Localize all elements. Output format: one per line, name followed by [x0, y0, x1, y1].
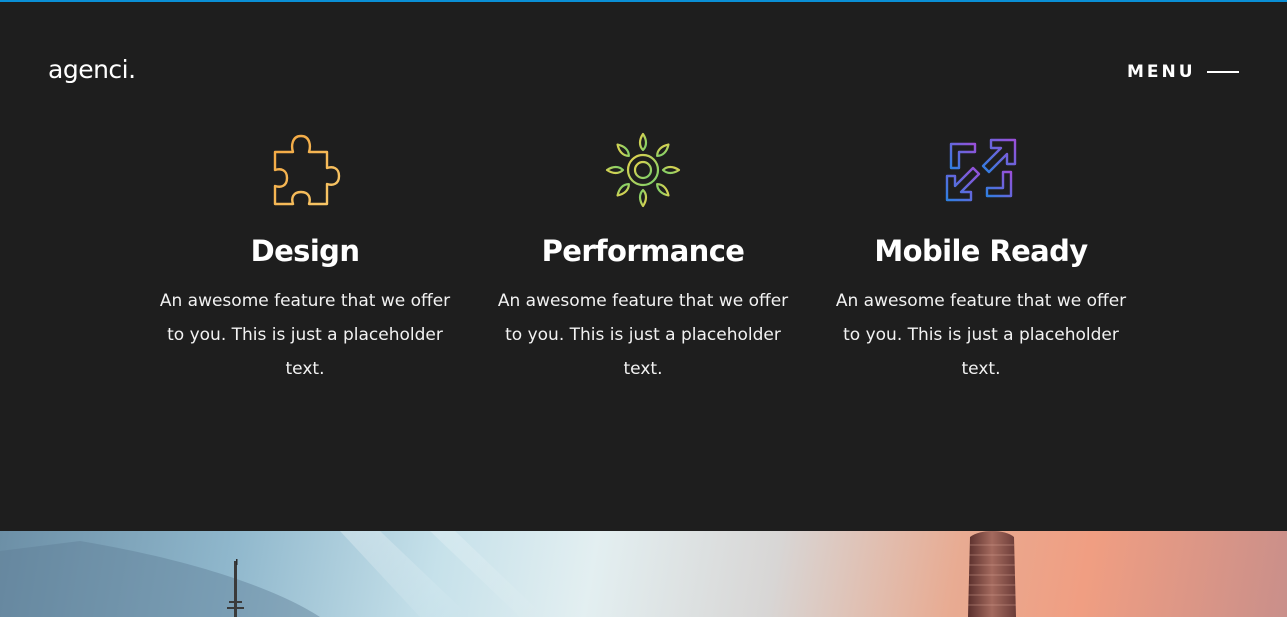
feature-description: An awesome feature that we offer to you.…	[159, 291, 451, 379]
feature-description: An awesome feature that we offer to you.…	[497, 291, 789, 379]
menu-label: MENU	[1127, 62, 1196, 82]
page: agenci. MENU Design An awesome feature t…	[0, 0, 1287, 617]
expand-arrows-icon	[945, 138, 1017, 202]
features-section: Design An awesome feature that we offer …	[136, 128, 1150, 398]
menu-line-icon	[1207, 71, 1239, 73]
feature-performance: Performance An awesome feature that we o…	[474, 128, 812, 398]
feature-title: Design	[250, 234, 360, 268]
feature-design: Design An awesome feature that we offer …	[136, 128, 474, 398]
feature-mobile-ready: Mobile Ready An awesome feature that we …	[812, 128, 1150, 398]
feature-title: Mobile Ready	[874, 234, 1088, 268]
menu-button[interactable]: MENU	[1127, 58, 1239, 86]
puzzle-icon	[273, 134, 341, 206]
hero-city-image	[0, 531, 1287, 617]
feature-title: Performance	[541, 234, 745, 268]
sun-gear-icon	[605, 132, 681, 208]
city-skyline-image	[0, 531, 1016, 617]
top-accent-bar	[0, 0, 1287, 2]
site-logo[interactable]: agenci.	[48, 54, 136, 86]
feature-description: An awesome feature that we offer to you.…	[835, 291, 1127, 379]
